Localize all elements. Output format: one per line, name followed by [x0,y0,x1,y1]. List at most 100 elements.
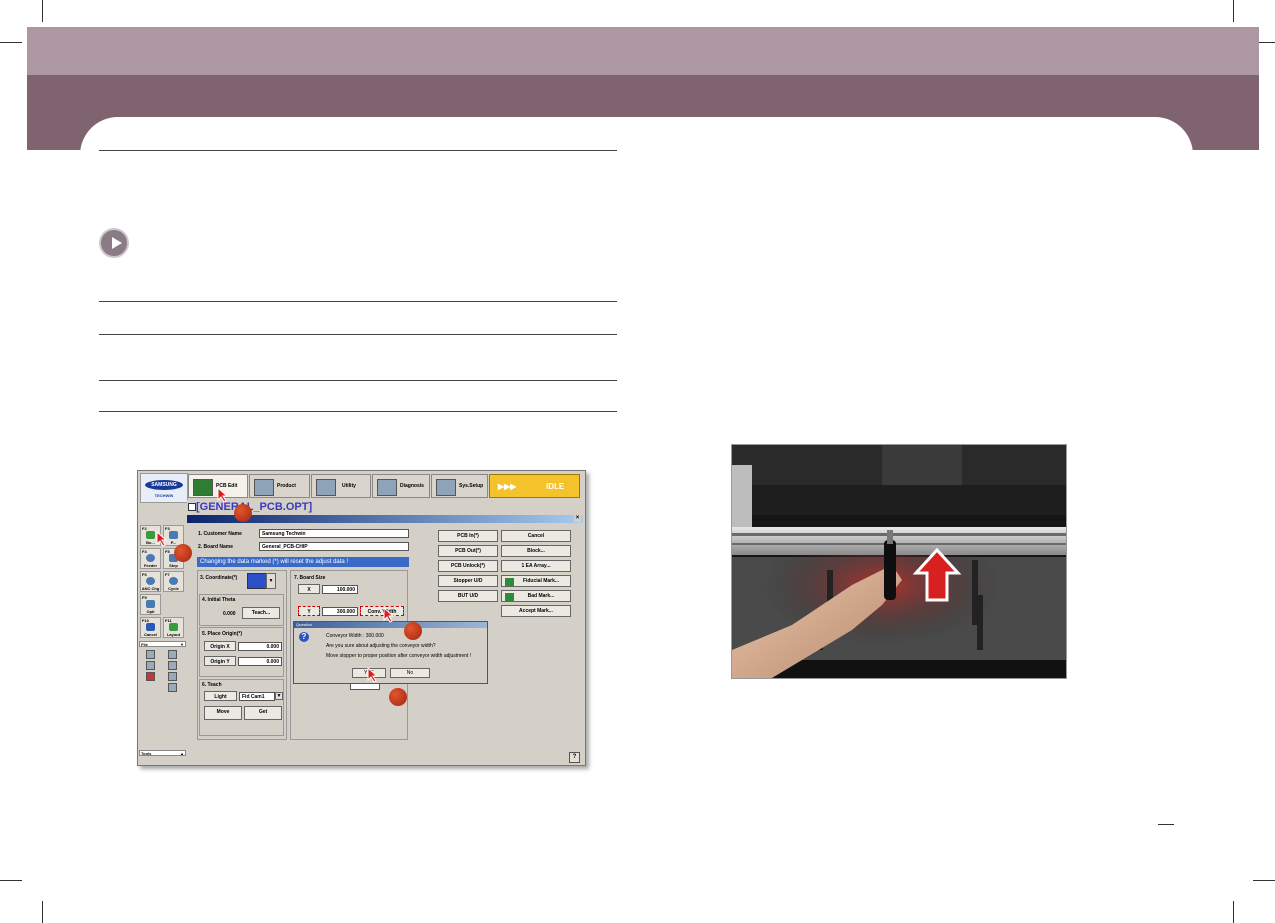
step-callout [389,688,407,706]
divider-line [99,301,617,302]
pcb-edit-icon [193,479,213,496]
tab-label: Product [277,483,296,489]
customer-name-label: 1. Customer Name [198,531,242,537]
fiducial-mark-button[interactable]: Fiducial Mark... [501,575,571,587]
fkey-label: Cycle [168,586,179,591]
divider-line [99,380,617,381]
optimize-icon [146,600,155,608]
accept-mark-button[interactable]: Accept Mark... [501,605,571,617]
help-icon[interactable]: ? [569,752,580,763]
checkbox[interactable] [188,503,196,511]
origin-y-input[interactable]: 0.000 [238,657,282,666]
document-icon[interactable] [168,672,177,681]
crop-mark [0,880,22,881]
origin-x-label: Origin X [210,644,230,650]
dialog-line-2: Are you sure about adjusting the conveyo… [326,643,436,649]
tab-sys-setup[interactable]: Sys.Setup [431,474,488,498]
dialog-line-3: Move stopper to proper position after co… [326,653,472,659]
fkey-label: Opti [146,609,155,614]
y-button[interactable]: Y [298,606,320,616]
samsung-logo: SAMSUNG TECHWIN [140,473,188,503]
button-label: 1 EA Array... [521,563,551,569]
but-ud-button[interactable]: BUT U/D [438,590,498,602]
new-file-icon[interactable] [146,650,155,659]
board-name-label: 2. Board Name [198,544,234,550]
header-band-light [27,27,1259,75]
save-as-icon[interactable] [168,661,177,670]
tab-utility[interactable]: Utility [311,474,371,498]
logo-brand: SAMSUNG [145,480,183,490]
fkey-f7[interactable]: F7 Cycle [163,571,184,592]
button-label: PCB Out(*) [455,548,481,554]
board-name-input[interactable]: General_PCB-CHIP [259,542,409,551]
pointer-arrow-icon [156,531,168,547]
array-button[interactable]: 1 EA Array... [501,560,571,572]
fkey-code: F9 [142,595,147,600]
file-title: [GENERAL_PCB.OPT] [196,501,313,513]
cycle-icon [169,577,178,585]
no-button[interactable]: No [390,668,430,678]
fkey-f6[interactable]: F6 ANC Chg [140,571,161,592]
board-size-y-input[interactable]: 300.000 [322,607,358,616]
fkey-f4[interactable]: F4 Feeder [140,548,161,569]
cancel-button[interactable]: Cancel [501,530,571,542]
chevron-down-icon[interactable]: ▼ [275,692,283,700]
step-callout [404,622,422,640]
pcb-unlock-button[interactable]: PCB Unlock(*) [438,560,498,572]
board-size-label: 7. Board Size [294,575,326,581]
teach-button[interactable]: Teach... [242,607,280,619]
fkey-f10[interactable]: F10 Cancel [140,617,161,638]
open-folder-icon[interactable] [168,650,177,659]
board-size-x-input[interactable]: 100.000 [322,585,358,594]
get-button[interactable]: Get [244,706,282,720]
coordinate-label: 3. Coordinate(*) [200,575,238,581]
origin-x-button[interactable]: Origin X [204,641,236,651]
confirm-dialog: Question ? Conveyor Width : 300.000 Are … [293,621,488,684]
divider-line [99,150,617,151]
tools-label: Tools [141,751,152,756]
green-indicator [505,578,514,586]
coordinate-icon[interactable] [247,573,267,589]
file-menu-bar[interactable]: File ▼ [139,641,186,647]
fkey-label: ANC Chg [141,586,160,591]
page-number-rule [1158,824,1174,825]
move-label: Move [216,709,230,715]
play-arrows-icon: ▶▶▶ [498,482,517,491]
hidden-field [350,683,380,690]
pcb-out-button[interactable]: PCB Out(*) [438,545,498,557]
tab-diagnosis[interactable]: Diagnosis [372,474,430,498]
conveyor-photo-drawing [732,445,1066,678]
green-indicator [505,593,514,601]
teach-label: 6. Teach [202,682,222,688]
print-icon[interactable] [168,683,177,692]
pcb-in-button[interactable]: PCB In(*) [438,530,498,542]
file-label: File [141,642,148,647]
light-button[interactable]: Light [204,691,237,701]
fkey-code: F5 [165,549,170,554]
button-label: Accept Mark... [519,608,553,614]
record-icon[interactable] [146,672,155,681]
fid-camera-select[interactable]: Fid Cam1 [239,692,275,701]
crop-mark [1233,901,1234,923]
customer-name-input[interactable]: Samsung Techwin [259,529,409,538]
fkey-label: Layout [166,632,181,637]
move-button[interactable]: Move [204,706,242,720]
fkey-label: Feeder [143,563,158,568]
fkey-f11[interactable]: F11 Layout [163,617,184,638]
fkey-label: Cancel [143,632,158,637]
origin-y-button[interactable]: Origin Y [204,656,236,666]
save-icon[interactable] [146,661,155,670]
origin-x-input[interactable]: 0.000 [238,642,282,651]
button-label: Fiducial Mark... [522,578,560,584]
close-icon[interactable]: × [574,515,581,522]
tab-product[interactable]: Product [249,474,310,498]
block-button[interactable]: Block... [501,545,571,557]
tools-menu-bar[interactable]: Tools ▲ [139,750,186,756]
x-button[interactable]: X [298,584,320,594]
bad-mark-button[interactable]: Bad Mark... [501,590,571,602]
stopper-ud-button[interactable]: Stopper U/D [438,575,498,587]
anc-icon [146,577,155,585]
step-callout [234,504,252,522]
fkey-f9[interactable]: F9 Opti [140,594,161,615]
chevron-down-icon[interactable]: ▼ [266,573,276,589]
